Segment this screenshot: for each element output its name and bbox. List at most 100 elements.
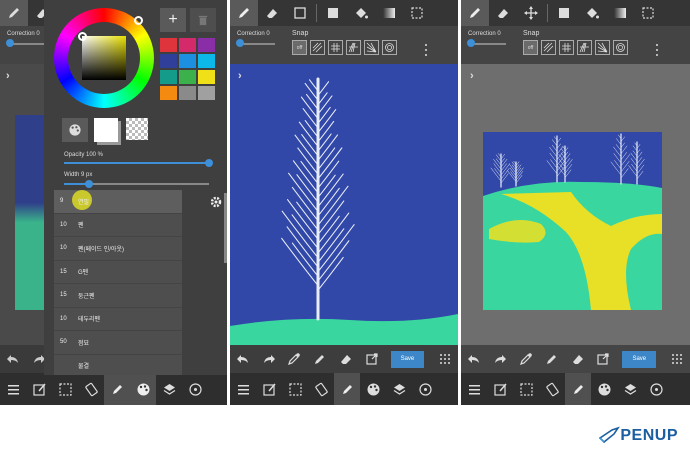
undo-button[interactable] — [461, 345, 487, 373]
color-swatch[interactable] — [198, 70, 215, 84]
color-swatch[interactable] — [198, 54, 215, 68]
eraser-tool-button[interactable] — [258, 0, 286, 26]
eyedropper-button[interactable] — [282, 345, 308, 373]
palette-picker-button[interactable] — [62, 118, 88, 142]
pen-tool-button[interactable] — [0, 0, 28, 26]
opacity-slider[interactable] — [64, 162, 209, 164]
brush-button[interactable] — [334, 373, 360, 405]
save-button[interactable]: Save — [622, 350, 657, 368]
width-slider-thumb[interactable] — [84, 180, 93, 188]
redo-button[interactable] — [256, 345, 282, 373]
export-button[interactable] — [591, 345, 617, 373]
undo-button[interactable] — [230, 345, 256, 373]
edit-button[interactable] — [256, 373, 282, 405]
more-options-icon[interactable] — [424, 44, 428, 56]
opacity-slider-thumb[interactable] — [205, 159, 213, 167]
correction-slider-thumb[interactable] — [467, 39, 475, 47]
brush-list-item[interactable]: 10 펜 — [54, 214, 182, 237]
pen-quick-button[interactable] — [539, 345, 565, 373]
transparent-color-swatch[interactable] — [126, 118, 148, 140]
select-tool-button[interactable] — [634, 0, 662, 26]
drawing-canvas[interactable] — [461, 64, 690, 345]
keypad-button[interactable] — [664, 345, 690, 373]
color-palette-button[interactable] — [591, 373, 617, 405]
fill-rect-tool-button[interactable] — [319, 0, 347, 26]
brush-list-item[interactable]: 10 테두리펜 — [54, 308, 182, 331]
settings-dial-button[interactable] — [643, 373, 669, 405]
saturation-value-square[interactable] — [82, 36, 126, 80]
correction-slider-thumb[interactable] — [6, 39, 14, 47]
color-swatch[interactable] — [198, 86, 215, 100]
color-swatch[interactable] — [160, 54, 177, 68]
pen-quick-button[interactable] — [307, 345, 333, 373]
snap-off-button[interactable]: off — [523, 40, 538, 55]
menu-button[interactable] — [0, 373, 26, 405]
snap-parallel-button[interactable] — [310, 40, 325, 55]
color-palette-button[interactable] — [130, 373, 156, 405]
snap-perspective-button[interactable] — [577, 40, 592, 55]
color-wheel[interactable] — [54, 8, 154, 108]
color-swatch[interactable] — [160, 70, 177, 84]
current-color-swatch[interactable] — [94, 118, 118, 142]
correction-slider-thumb[interactable] — [236, 39, 244, 47]
paint-bucket-button[interactable] — [347, 0, 375, 26]
snap-off-button[interactable]: off — [292, 40, 307, 55]
menu-button[interactable] — [461, 373, 487, 405]
brush-list-item[interactable]: 물결 — [54, 355, 182, 376]
brush-list-item[interactable]: 10 펜(페이드 인/아웃) — [54, 237, 182, 261]
brush-list-item[interactable]: 9 연필 — [54, 190, 182, 214]
saturation-handle[interactable] — [78, 32, 87, 41]
eraser-tool-button[interactable] — [489, 0, 517, 26]
expand-chevron-icon[interactable]: › — [238, 70, 242, 82]
rotate-canvas-button[interactable] — [308, 373, 334, 405]
pen-tool-button[interactable] — [230, 0, 258, 26]
keypad-button[interactable] — [432, 345, 458, 373]
snap-perspective-button[interactable] — [346, 40, 361, 55]
more-options-icon[interactable] — [655, 44, 659, 56]
export-button[interactable] — [359, 345, 385, 373]
brush-button[interactable] — [104, 373, 130, 405]
pen-tool-button[interactable] — [461, 0, 489, 26]
menu-button[interactable] — [230, 373, 256, 405]
edit-button[interactable] — [26, 373, 52, 405]
layers-button[interactable] — [386, 373, 412, 405]
color-swatch[interactable] — [179, 54, 196, 68]
delete-swatch-button[interactable] — [190, 8, 216, 32]
rotate-canvas-button[interactable] — [78, 373, 104, 405]
brush-list-item[interactable]: 15 G펜 — [54, 261, 182, 284]
correction-slider[interactable] — [239, 43, 275, 45]
edit-button[interactable] — [487, 373, 513, 405]
gradient-tool-button[interactable] — [375, 0, 403, 26]
settings-dial-button[interactable] — [182, 373, 208, 405]
snap-radial-button[interactable] — [364, 40, 379, 55]
eraser-quick-button[interactable] — [565, 345, 591, 373]
brush-list-item[interactable]: 50 점묘 — [54, 331, 182, 355]
selection-button[interactable] — [52, 373, 78, 405]
brush-list-scrollbar[interactable] — [224, 193, 227, 263]
color-swatch[interactable] — [160, 86, 177, 100]
save-button[interactable]: Save — [390, 350, 425, 368]
color-swatch[interactable] — [160, 38, 177, 52]
select-tool-button[interactable] — [403, 0, 431, 26]
correction-slider[interactable] — [470, 43, 506, 45]
rotate-canvas-button[interactable] — [539, 373, 565, 405]
gear-icon[interactable] — [209, 195, 223, 209]
drawing-canvas[interactable] — [230, 64, 458, 345]
brush-button[interactable] — [565, 373, 591, 405]
layers-button[interactable] — [156, 373, 182, 405]
eraser-quick-button[interactable] — [333, 345, 359, 373]
snap-parallel-button[interactable] — [541, 40, 556, 55]
hue-handle[interactable] — [134, 16, 143, 25]
color-swatch[interactable] — [179, 38, 196, 52]
fill-rect-tool-button[interactable] — [550, 0, 578, 26]
color-swatch[interactable] — [179, 86, 196, 100]
settings-dial-button[interactable] — [412, 373, 438, 405]
expand-chevron-icon[interactable]: › — [6, 70, 10, 82]
snap-concentric-button[interactable] — [382, 40, 397, 55]
add-swatch-button[interactable]: + — [160, 8, 186, 32]
snap-radial-button[interactable] — [595, 40, 610, 55]
correction-slider[interactable] — [9, 43, 45, 45]
gradient-tool-button[interactable] — [606, 0, 634, 26]
snap-concentric-button[interactable] — [613, 40, 628, 55]
color-palette-button[interactable] — [360, 373, 386, 405]
